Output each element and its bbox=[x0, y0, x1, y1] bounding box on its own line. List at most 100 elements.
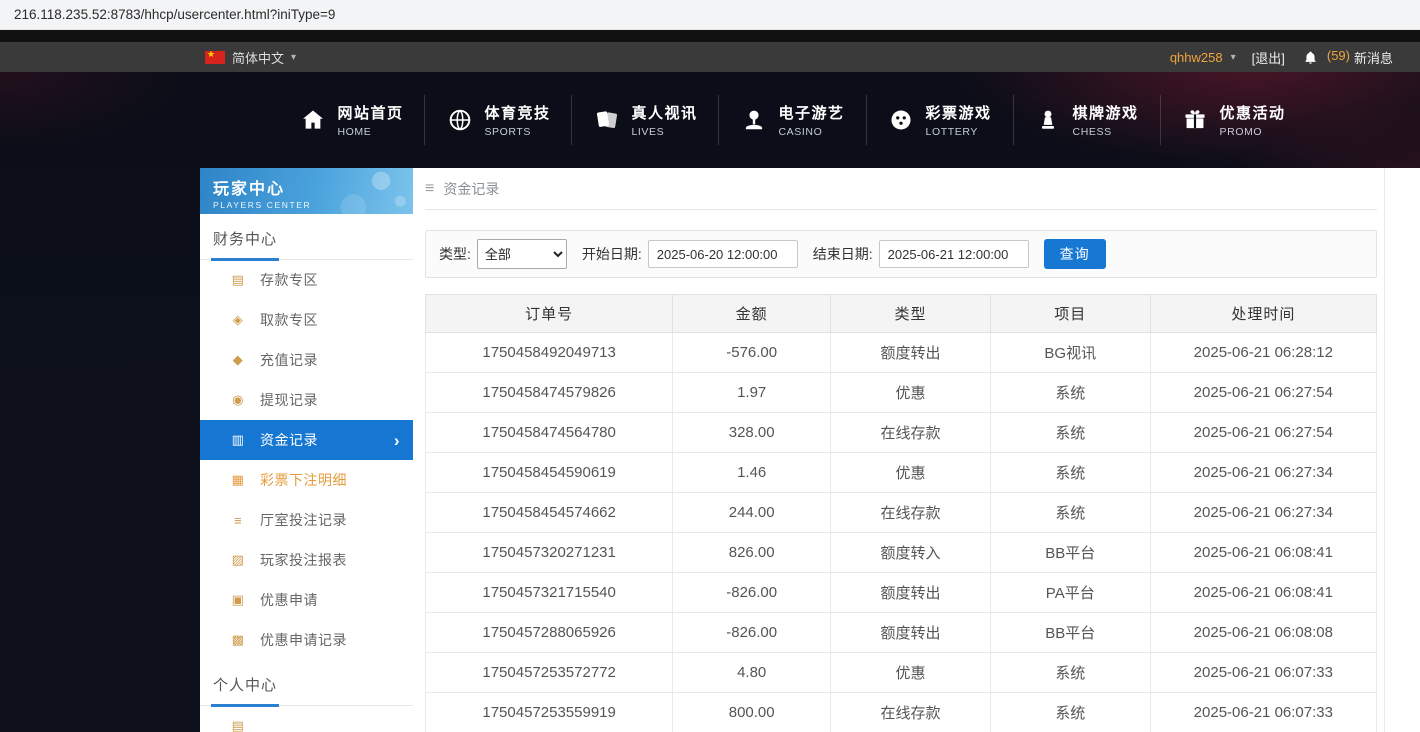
nav-item-home[interactable]: 网站首页HOME bbox=[278, 95, 424, 145]
bell-icon[interactable] bbox=[1303, 49, 1319, 65]
nav-item-labels: 彩票游戏LOTTERY bbox=[926, 102, 992, 138]
nav-label-en: HOME bbox=[337, 126, 403, 138]
sidebar-title: 玩家中心 bbox=[213, 175, 413, 199]
nav-label-cn: 优惠活动 bbox=[1220, 102, 1286, 123]
page-body: 玩家中心 PLAYERS CENTER 财务中心▤存款专区◈取款专区◆充值记录◉… bbox=[0, 168, 1420, 732]
cell-amount: 4.80 bbox=[673, 653, 831, 693]
sidebar-item-hall-bet-record[interactable]: ≡厅室投注记录 bbox=[200, 500, 413, 540]
cell-time: 2025-06-21 06:08:41 bbox=[1150, 573, 1376, 613]
cell-time: 2025-06-21 06:07:33 bbox=[1150, 653, 1376, 693]
col-header-order-no: 订单号 bbox=[426, 295, 673, 333]
cell-time: 2025-06-21 06:27:54 bbox=[1150, 373, 1376, 413]
table-head: 订单号金额类型项目处理时间 bbox=[426, 295, 1377, 333]
nav-label-cn: 棋牌游戏 bbox=[1073, 102, 1139, 123]
type-label: 类型: bbox=[439, 244, 471, 264]
cell-amount: -826.00 bbox=[673, 573, 831, 613]
logout-link[interactable]: [退出] bbox=[1252, 48, 1285, 67]
nav-item-lives[interactable]: 真人视讯 LIVES bbox=[571, 95, 718, 145]
cell-project: 系统 bbox=[990, 653, 1150, 693]
cell-time: 2025-06-21 06:27:54 bbox=[1150, 413, 1376, 453]
left-dark-background bbox=[0, 168, 200, 732]
cell-order-no: 1750457320271231 bbox=[426, 533, 673, 573]
sidebar-item-withdraw[interactable]: ◈取款专区 bbox=[200, 300, 413, 340]
nav-label-en: LOTTERY bbox=[926, 126, 992, 138]
funds-record-icon: ▥ bbox=[230, 432, 246, 448]
cell-order-no: 1750458454574662 bbox=[426, 493, 673, 533]
table-row: 1750458474564780328.00在线存款系统2025-06-21 0… bbox=[426, 413, 1377, 453]
china-flag-icon: ★ bbox=[205, 51, 225, 64]
sidebar-item-deposit[interactable]: ▤存款专区 bbox=[200, 260, 413, 300]
sidebar-item-label: 玩家投注报表 bbox=[260, 550, 347, 570]
cell-type: 额度转出 bbox=[831, 333, 991, 373]
nav-item-labels: 体育竞技SPORTS bbox=[484, 102, 550, 138]
chevron-down-icon[interactable]: ▾ bbox=[1231, 52, 1236, 63]
sidebar-item-recharge-record[interactable]: ◆充值记录 bbox=[200, 340, 413, 380]
filter-bar: 类型: 全部 开始日期: 结束日期: 查询 bbox=[425, 230, 1377, 278]
cell-amount: 244.00 bbox=[673, 493, 831, 533]
nav-item-labels: 电子游艺CASINO bbox=[778, 102, 844, 138]
col-header-amount: 金额 bbox=[673, 295, 831, 333]
cell-order-no: 1750457253559919 bbox=[426, 693, 673, 732]
sidebar-item-label: 提现记录 bbox=[260, 390, 318, 410]
search-button[interactable]: 查询 bbox=[1044, 239, 1106, 269]
nav-label-en: CHESS bbox=[1073, 126, 1139, 138]
player-bet-report-icon: ▨ bbox=[230, 552, 246, 568]
browser-url-bar[interactable]: 216.118.235.52:8783/hhcp/usercenter.html… bbox=[0, 0, 1420, 30]
nav-item-labels: 真人视讯 LIVES bbox=[631, 102, 697, 138]
table-header-row: 订单号金额类型项目处理时间 bbox=[426, 295, 1377, 333]
sidebar-subtitle: PLAYERS CENTER bbox=[213, 200, 413, 210]
top-dark-strip bbox=[0, 30, 1420, 42]
message-count: (59) bbox=[1327, 48, 1350, 67]
chess-icon bbox=[1035, 107, 1062, 134]
cell-project: 系统 bbox=[990, 493, 1150, 533]
sidebar-section-title: 财务中心 bbox=[200, 214, 413, 260]
end-date-label: 结束日期: bbox=[813, 244, 873, 264]
cell-amount: 800.00 bbox=[673, 693, 831, 732]
cell-project: 系统 bbox=[990, 693, 1150, 732]
cell-time: 2025-06-21 06:07:33 bbox=[1150, 693, 1376, 732]
sidebar-item-withdraw-record[interactable]: ◉提现记录 bbox=[200, 380, 413, 420]
cell-project: PA平台 bbox=[990, 573, 1150, 613]
recharge-record-icon: ◆ bbox=[230, 352, 246, 368]
nav-item-casino[interactable]: 电子游艺CASINO bbox=[718, 95, 865, 145]
table-body: 1750458492049713-576.00额度转出BG视讯2025-06-2… bbox=[426, 333, 1377, 732]
nav-item-lottery[interactable]: 彩票游戏LOTTERY bbox=[866, 95, 1013, 145]
nav-item-chess[interactable]: 棋牌游戏 CHESS bbox=[1013, 95, 1160, 145]
nav-item-promo[interactable]: 优惠活动 PROMO bbox=[1160, 95, 1307, 145]
cell-time: 2025-06-21 06:08:41 bbox=[1150, 533, 1376, 573]
cell-type: 在线存款 bbox=[831, 693, 991, 732]
cell-order-no: 1750458492049713 bbox=[426, 333, 673, 373]
col-header-project: 项目 bbox=[990, 295, 1150, 333]
sidebar-item-partial[interactable]: ▤ bbox=[200, 706, 413, 732]
cell-order-no: 1750458474579826 bbox=[426, 373, 673, 413]
nav-label-cn: 真人视讯 bbox=[631, 102, 697, 123]
message-label: 新消息 bbox=[1354, 48, 1393, 67]
sidebar: 玩家中心 PLAYERS CENTER 财务中心▤存款专区◈取款专区◆充值记录◉… bbox=[200, 168, 413, 732]
start-date-input[interactable] bbox=[648, 240, 798, 268]
nav-label-cn: 体育竞技 bbox=[484, 102, 550, 123]
sidebar-item-promo-apply-record[interactable]: ▩优惠申请记录 bbox=[200, 620, 413, 660]
username[interactable]: qhhw258 bbox=[1170, 50, 1223, 65]
messages-link[interactable]: (59) 新消息 bbox=[1327, 48, 1393, 67]
cell-amount: 1.97 bbox=[673, 373, 831, 413]
table-row: 17504572535727724.80优惠系统2025-06-21 06:07… bbox=[426, 653, 1377, 693]
cell-time: 2025-06-21 06:08:08 bbox=[1150, 613, 1376, 653]
home-icon bbox=[299, 107, 326, 134]
nav-label-en: PROMO bbox=[1220, 126, 1286, 138]
sidebar-item-lottery-bet-detail[interactable]: ▦彩票下注明细 bbox=[200, 460, 413, 500]
cell-type: 在线存款 bbox=[831, 413, 991, 453]
type-select[interactable]: 全部 bbox=[477, 239, 567, 269]
language-selector[interactable]: ★ 简体中文 ▾ bbox=[205, 48, 296, 67]
chevron-right-icon: › bbox=[394, 432, 400, 449]
end-date-input[interactable] bbox=[879, 240, 1029, 268]
nav-item-labels: 棋牌游戏 CHESS bbox=[1073, 102, 1139, 138]
nav-label-en: LIVES bbox=[631, 126, 697, 138]
sidebar-item-funds-record[interactable]: ▥资金记录› bbox=[200, 420, 413, 460]
sidebar-item-promo-apply[interactable]: ▣优惠申请 bbox=[200, 580, 413, 620]
table-row: 1750458492049713-576.00额度转出BG视讯2025-06-2… bbox=[426, 333, 1377, 373]
table-row: 1750457320271231826.00额度转入BB平台2025-06-21… bbox=[426, 533, 1377, 573]
cell-type: 优惠 bbox=[831, 373, 991, 413]
nav-item-sports[interactable]: 体育竞技SPORTS bbox=[424, 95, 571, 145]
sidebar-item-player-bet-report[interactable]: ▨ 玩家投注报表 bbox=[200, 540, 413, 580]
lottery-bet-detail-icon: ▦ bbox=[230, 472, 246, 488]
